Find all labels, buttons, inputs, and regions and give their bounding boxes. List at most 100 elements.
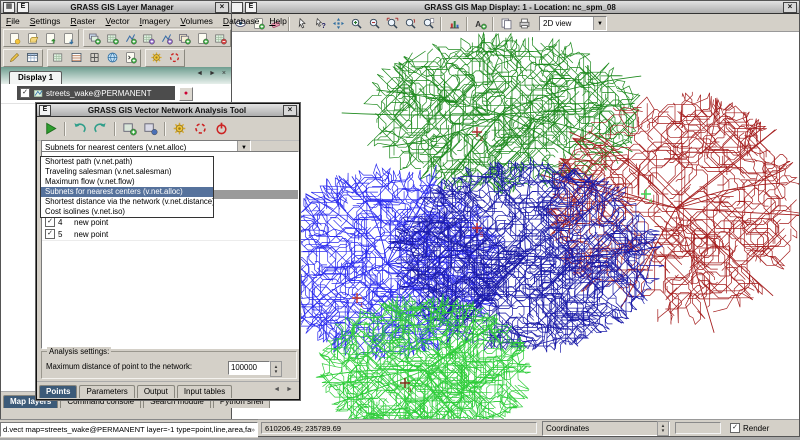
view-mode-value: 2D view <box>540 19 593 28</box>
add-multi-layer-button[interactable] <box>85 31 103 46</box>
add-raster-map-button[interactable] <box>49 50 67 65</box>
close-icon[interactable]: × <box>283 105 297 116</box>
command-prompt-input[interactable]: d.vect map=streets_wake@PERMANENT layer=… <box>0 422 258 437</box>
undo-button[interactable] <box>69 120 90 138</box>
dialog-tab-points[interactable]: Points <box>39 385 77 398</box>
dialog-tab-output[interactable]: Output <box>137 385 175 398</box>
analysis-settings-group: Analysis settings: Maximum distance of p… <box>41 351 297 379</box>
dropdown-item[interactable]: Shortest distance via the network (v.net… <box>41 197 213 207</box>
map-display-titlebar[interactable]: E GRASS GIS Map Display: 1 - Location: n… <box>229 1 799 14</box>
dropdown-item[interactable]: Cost isolines (v.net.iso) <box>41 207 213 217</box>
dropdown-item[interactable]: Shortest path (v.net.path) <box>41 157 213 167</box>
close-icon[interactable]: × <box>783 2 797 13</box>
layer-legend-icon[interactable]: ● <box>179 87 193 101</box>
window-grid-icon[interactable]: ▦ <box>3 2 15 13</box>
menu-help[interactable]: Help <box>264 16 291 26</box>
window-menu-icon[interactable] <box>231 2 243 13</box>
remove-layer-button[interactable] <box>211 31 229 46</box>
view-mode-combobox[interactable]: 2D view▼ <box>539 16 607 31</box>
save-display-button[interactable] <box>497 16 515 31</box>
menu-settings[interactable]: Settings <box>25 16 66 26</box>
add-raster-layer-button[interactable] <box>103 31 121 46</box>
add-overlay-layer-button[interactable] <box>193 31 211 46</box>
print-display-button[interactable] <box>515 16 533 31</box>
add-db-table-button[interactable] <box>67 50 85 65</box>
dialog-titlebar[interactable]: E GRASS GIS Vector Network Analysis Tool… <box>37 104 299 117</box>
max-distance-spinner-icon[interactable]: ▲▼ <box>270 361 282 377</box>
tab-display-1[interactable]: Display 1 <box>9 71 62 84</box>
add-group-layer-button[interactable] <box>175 31 193 46</box>
run-analysis-icon <box>43 121 58 136</box>
attribute-table-button[interactable] <box>23 50 41 65</box>
menu-imagery[interactable]: Imagery <box>135 16 176 26</box>
menu-vector[interactable]: Vector <box>100 16 134 26</box>
pan-map-button[interactable] <box>329 16 347 31</box>
settings-gear-button[interactable] <box>169 120 190 138</box>
workspace-save-button[interactable] <box>59 31 77 46</box>
layer-row-selected[interactable]: ✓ streets_wake@PERMANENT <box>17 86 175 100</box>
analyze-map-button[interactable] <box>445 16 463 31</box>
add-grid-button[interactable] <box>85 50 103 65</box>
pointer-button[interactable] <box>293 16 311 31</box>
symbol-target-button[interactable] <box>190 120 211 138</box>
workspace-load-icon <box>44 32 57 45</box>
settings-gear-button[interactable] <box>147 50 165 65</box>
statusbar-mode-spinner-icon[interactable]: ▲▼ <box>657 421 669 436</box>
add-web-service-button[interactable] <box>103 50 121 65</box>
layer-manager-toolbar-2 <box>1 48 231 67</box>
zoom-last-button[interactable] <box>401 16 419 31</box>
edit-vector-button[interactable] <box>5 50 23 65</box>
add-vector-misc-layer-button[interactable] <box>157 31 175 46</box>
workspace-open-button[interactable] <box>23 31 41 46</box>
add-command-layer-button[interactable] <box>121 50 139 65</box>
layer-checkbox-icon[interactable]: ✓ <box>20 88 30 98</box>
point-add-button[interactable] <box>119 120 140 138</box>
max-distance-label: Maximum distance of point to the network… <box>46 362 192 371</box>
workspace-new-button[interactable] <box>5 31 23 46</box>
add-map-text-button[interactable]: A <box>471 16 489 31</box>
layer-manager-titlebar[interactable]: ▦ E GRASS GIS Layer Manager × <box>1 1 231 14</box>
menu-raster[interactable]: Raster <box>65 16 100 26</box>
point-checkbox-icon[interactable]: ✓ <box>45 229 55 239</box>
max-distance-input[interactable]: 100000 <box>228 361 270 375</box>
point-row[interactable]: ✓5new point <box>42 228 298 241</box>
zoom-extent-button[interactable] <box>383 16 401 31</box>
zoom-in-button[interactable] <box>347 16 365 31</box>
zoom-out-button[interactable] <box>365 16 383 31</box>
menu-volumes[interactable]: Volumes <box>175 16 218 26</box>
redo-button[interactable] <box>90 120 111 138</box>
render-label: Render <box>743 424 769 433</box>
prompt-history-icon[interactable]: » <box>251 423 255 436</box>
run-analysis-button[interactable] <box>40 120 61 138</box>
dropdown-item[interactable]: Traveling salesman (v.net.salesman) <box>41 167 213 177</box>
quit-power-button[interactable] <box>211 120 232 138</box>
render-checkbox-icon[interactable]: ✓ <box>730 423 740 433</box>
dropdown-item[interactable]: Maximum flow (v.net.flow) <box>41 177 213 187</box>
app-icon: E <box>39 105 51 116</box>
map-display-title: GRASS GIS Map Display: 1 - Location: nc_… <box>257 3 783 12</box>
add-vector-layer-button[interactable] <box>121 31 139 46</box>
render-checkbox[interactable]: ✓ Render <box>727 423 769 433</box>
menu-database[interactable]: Database <box>218 16 264 26</box>
statusbar-mode-select[interactable]: Coordinates ▲▼ <box>542 421 670 436</box>
add-raster-misc-layer-button[interactable] <box>139 31 157 46</box>
symbol-target-button[interactable] <box>165 50 183 65</box>
point-insert-button[interactable] <box>140 120 161 138</box>
app-icon: E <box>245 2 257 13</box>
dialog-tab-input-tables[interactable]: Input tables <box>177 385 232 398</box>
query-map-button[interactable]: ? <box>311 16 329 31</box>
toolbar-separator <box>64 122 66 136</box>
workspace-load-button[interactable] <box>41 31 59 46</box>
map-canvas[interactable]: 24153 <box>229 31 799 423</box>
close-icon[interactable]: × <box>215 2 229 13</box>
menu-file[interactable]: File <box>1 16 25 26</box>
zoom-extent-icon <box>386 17 399 30</box>
tab-scroll-icons[interactable]: ◄ ► <box>273 386 295 393</box>
combobox-arrow-icon[interactable]: ▼ <box>593 17 606 30</box>
dialog-tab-parameters[interactable]: Parameters <box>79 385 134 398</box>
toolbar-group <box>497 16 533 31</box>
dropdown-item[interactable]: Subnets for nearest centers (v.net.alloc… <box>41 187 213 197</box>
point-checkbox-icon[interactable]: ✓ <box>45 217 55 227</box>
zoom-options-button[interactable] <box>419 16 437 31</box>
tab-nav-icons[interactable]: ◄ ► × <box>196 70 228 77</box>
